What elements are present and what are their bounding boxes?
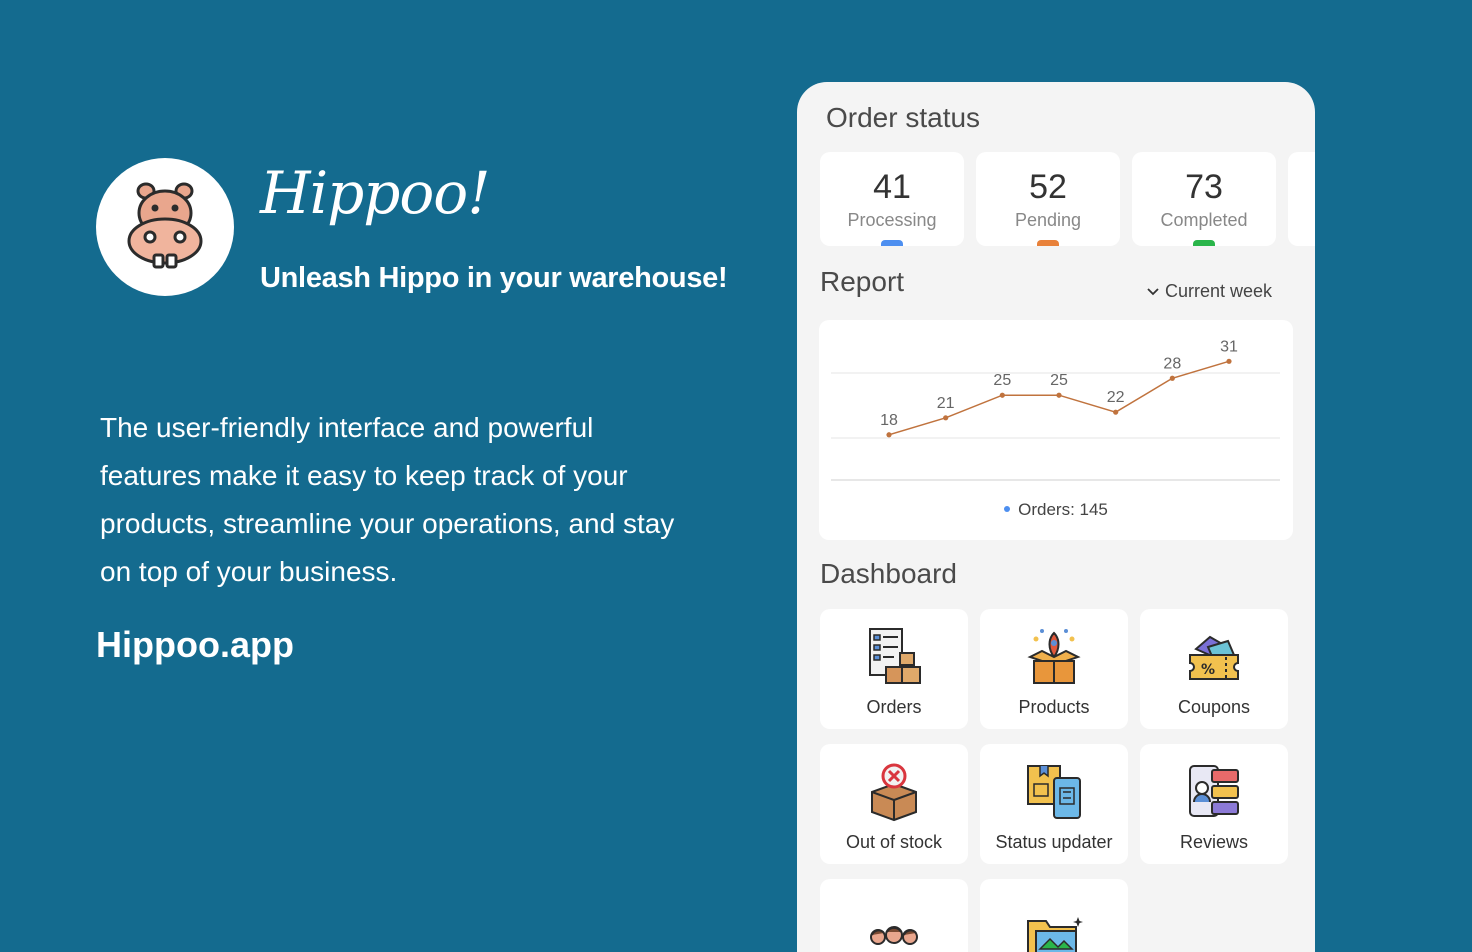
period-select[interactable]: Current week [1147, 281, 1272, 302]
data-label: 22 [1107, 389, 1125, 406]
data-point[interactable] [1056, 392, 1062, 398]
data-point[interactable] [1113, 409, 1119, 415]
data-point[interactable] [886, 432, 892, 438]
order-status-title: Order status [826, 102, 981, 133]
out-of-stock-icon [871, 763, 917, 822]
brand-name: Hippoo! [260, 159, 491, 227]
status-card-completed[interactable]: 73 Completed [1132, 152, 1276, 246]
chevron-down-icon [1147, 287, 1159, 295]
data-label: 28 [1163, 355, 1181, 372]
coupons-icon: % [1189, 635, 1239, 680]
data-label: 18 [880, 412, 898, 429]
status-indicator [1037, 240, 1059, 246]
status-indicator [1193, 240, 1215, 246]
data-label: 25 [993, 372, 1011, 389]
dashboard-item-out-of-stock[interactable]: Out of stock [820, 744, 968, 864]
data-point[interactable] [943, 415, 949, 421]
data-label: 25 [1050, 372, 1068, 389]
site-link[interactable]: Hippoo.app [96, 624, 294, 666]
hippo-icon [127, 182, 203, 269]
status-label: Pending [1014, 210, 1082, 230]
status-count: 52 [1029, 168, 1067, 206]
data-label: 31 [1220, 338, 1238, 355]
tagline: Unleash Hippo in your warehouse! [260, 262, 728, 294]
status-label: Processing [847, 210, 937, 230]
legend-dot [1004, 505, 1011, 512]
dashboard-item-media[interactable] [980, 879, 1128, 952]
status-count: 73 [1185, 168, 1223, 206]
dashboard-item-status-updater[interactable]: Status updater [980, 744, 1128, 864]
reviews-icon [1189, 765, 1239, 817]
dashboard-item-coupons[interactable]: % Coupons [1140, 609, 1288, 729]
report-chart: 18 21 25 25 22 28 31 Orders: 145 [819, 320, 1293, 540]
dashboard-item-label: Coupons [1177, 697, 1251, 717]
report-title: Report [820, 266, 905, 297]
line-chart: 18 21 25 25 22 28 31 [831, 338, 1280, 481]
dashboard-item-label: Reviews [1179, 832, 1249, 852]
media-icon [1027, 917, 1083, 952]
svg-text:%: % [1201, 662, 1215, 678]
order-status-row: 41 Processing 52 Pending 73 Completed [820, 152, 1315, 246]
customers-icon [870, 926, 918, 945]
description: The user-friendly interface and powerful… [100, 412, 675, 587]
chart-legend: Orders: 145 [819, 500, 1293, 520]
status-card-more[interactable] [1288, 152, 1315, 246]
status-indicator [881, 240, 903, 246]
orders-icon [869, 628, 921, 684]
logo [96, 158, 234, 296]
dashboard-item-label: Products [1018, 697, 1090, 717]
data-label: 21 [937, 395, 955, 412]
status-updater-icon [1027, 765, 1081, 819]
period-label: Current week [1165, 281, 1273, 301]
dashboard-grid: Orders Products % Coupons Out of stock S… [820, 609, 1288, 952]
phone-screen: Order status 41 Processing 52 Pending 73… [797, 82, 1315, 952]
data-point[interactable] [999, 392, 1005, 398]
dashboard-item-reviews[interactable]: Reviews [1140, 744, 1288, 864]
status-card-pending[interactable]: 52 Pending [976, 152, 1120, 246]
dashboard-item-label: Status updater [995, 832, 1113, 852]
dashboard-item-label: Orders [866, 697, 922, 717]
dashboard-item-label: Out of stock [845, 832, 943, 852]
dashboard-item-products[interactable]: Products [980, 609, 1128, 729]
products-icon [1027, 629, 1081, 684]
dashboard-item-customers[interactable] [820, 879, 968, 952]
legend-label: Orders: 145 [1018, 500, 1108, 519]
dashboard-item-orders[interactable]: Orders [820, 609, 968, 729]
status-count: 41 [873, 168, 911, 206]
dashboard-title: Dashboard [820, 558, 957, 589]
data-point[interactable] [1169, 375, 1175, 381]
status-label: Completed [1160, 210, 1248, 230]
data-point[interactable] [1226, 358, 1232, 364]
status-card-processing[interactable]: 41 Processing [820, 152, 964, 246]
